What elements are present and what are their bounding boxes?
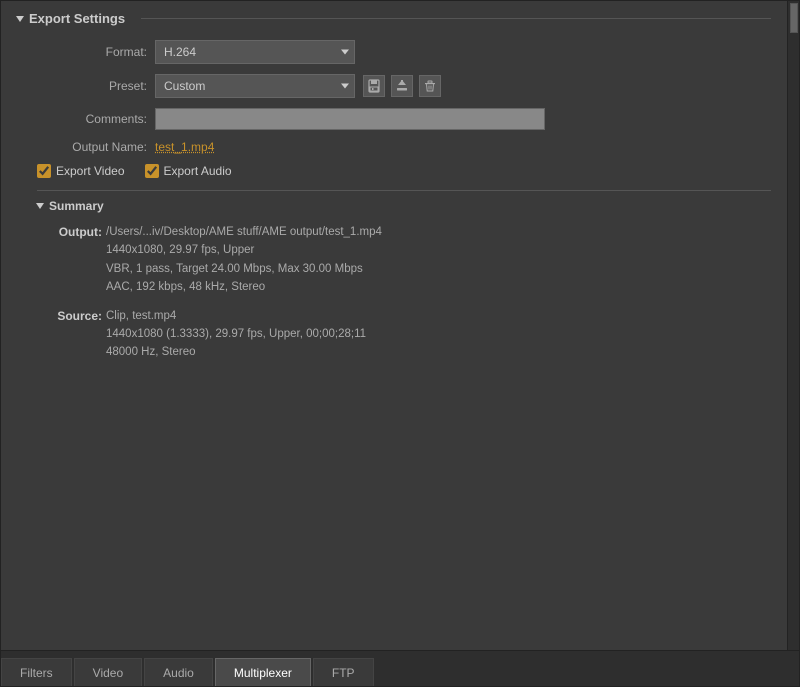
summary-content: Output: /Users/...iv/Desktop/AME stuff/A… xyxy=(37,223,771,362)
output-key: Output: xyxy=(47,223,102,297)
summary-source-block: Source: Clip, test.mp4 1440x1080 (1.3333… xyxy=(47,307,771,362)
output-line4: AAC, 192 kbps, 48 kHz, Stereo xyxy=(106,278,382,296)
output-line1: /Users/...iv/Desktop/AME stuff/AME outpu… xyxy=(106,223,382,241)
export-audio-checkbox[interactable] xyxy=(145,164,159,178)
output-name-label: Output Name: xyxy=(37,140,147,154)
format-dropdown-container: H.264 xyxy=(155,40,355,64)
output-values: /Users/...iv/Desktop/AME stuff/AME outpu… xyxy=(106,223,382,297)
section-header: Export Settings xyxy=(17,11,771,26)
import-preset-button[interactable] xyxy=(391,75,413,97)
main-panel: Export Settings Format: H.264 Preset: xyxy=(0,0,800,687)
tab-multiplexer[interactable]: Multiplexer xyxy=(215,658,311,686)
output-line2: 1440x1080, 29.97 fps, Upper xyxy=(106,241,382,259)
tab-video[interactable]: Video xyxy=(74,658,142,686)
tab-filters[interactable]: Filters xyxy=(1,658,72,686)
summary-title: Summary xyxy=(49,199,104,213)
export-audio-label: Export Audio xyxy=(164,164,232,178)
preset-label: Preset: xyxy=(37,79,147,93)
preset-icons xyxy=(363,75,441,97)
source-line2: 1440x1080 (1.3333), 29.97 fps, Upper, 00… xyxy=(106,325,366,343)
export-video-checkbox[interactable] xyxy=(37,164,51,178)
save-preset-button[interactable] xyxy=(363,75,385,97)
comments-input[interactable] xyxy=(155,108,545,130)
preset-dropdown-container: Custom xyxy=(155,74,355,98)
comments-label: Comments: xyxy=(37,112,147,126)
summary-section: Summary Output: /Users/...iv/Desktop/AME… xyxy=(17,190,771,362)
export-settings-section: Export Settings Format: H.264 Preset: xyxy=(1,1,787,382)
scrollbar[interactable] xyxy=(787,1,799,650)
source-line1: Clip, test.mp4 xyxy=(106,307,366,325)
format-row: Format: H.264 xyxy=(17,40,771,64)
output-line3: VBR, 1 pass, Target 24.00 Mbps, Max 30.0… xyxy=(106,260,382,278)
checkboxes-row: Export Video Export Audio xyxy=(17,164,771,178)
summary-collapse-icon[interactable] xyxy=(36,203,44,209)
export-video-label: Export Video xyxy=(56,164,125,178)
section-title: Export Settings xyxy=(29,11,125,26)
tab-ftp[interactable]: FTP xyxy=(313,658,374,686)
tabs-bar: Filters Video Audio Multiplexer FTP xyxy=(1,650,799,686)
summary-header: Summary xyxy=(37,190,771,213)
source-key: Source: xyxy=(47,307,102,362)
main-content: Export Settings Format: H.264 Preset: xyxy=(1,1,787,650)
format-label: Format: xyxy=(37,45,147,59)
source-values: Clip, test.mp4 1440x1080 (1.3333), 29.97… xyxy=(106,307,366,362)
header-divider xyxy=(141,18,771,19)
output-name-row: Output Name: test_1.mp4 xyxy=(17,140,771,154)
source-line3: 48000 Hz, Stereo xyxy=(106,343,366,361)
format-dropdown[interactable]: H.264 xyxy=(155,40,355,64)
export-audio-checkbox-item[interactable]: Export Audio xyxy=(145,164,232,178)
collapse-icon[interactable] xyxy=(16,16,24,22)
comments-row: Comments: xyxy=(17,108,771,130)
summary-output-block: Output: /Users/...iv/Desktop/AME stuff/A… xyxy=(47,223,771,297)
content-area: Export Settings Format: H.264 Preset: xyxy=(1,1,799,650)
preset-row: Preset: Custom xyxy=(17,74,771,98)
tab-audio[interactable]: Audio xyxy=(144,658,213,686)
delete-preset-button[interactable] xyxy=(419,75,441,97)
export-video-checkbox-item[interactable]: Export Video xyxy=(37,164,125,178)
preset-dropdown[interactable]: Custom xyxy=(155,74,355,98)
output-name-link[interactable]: test_1.mp4 xyxy=(155,140,214,154)
scrollbar-thumb[interactable] xyxy=(790,3,798,33)
